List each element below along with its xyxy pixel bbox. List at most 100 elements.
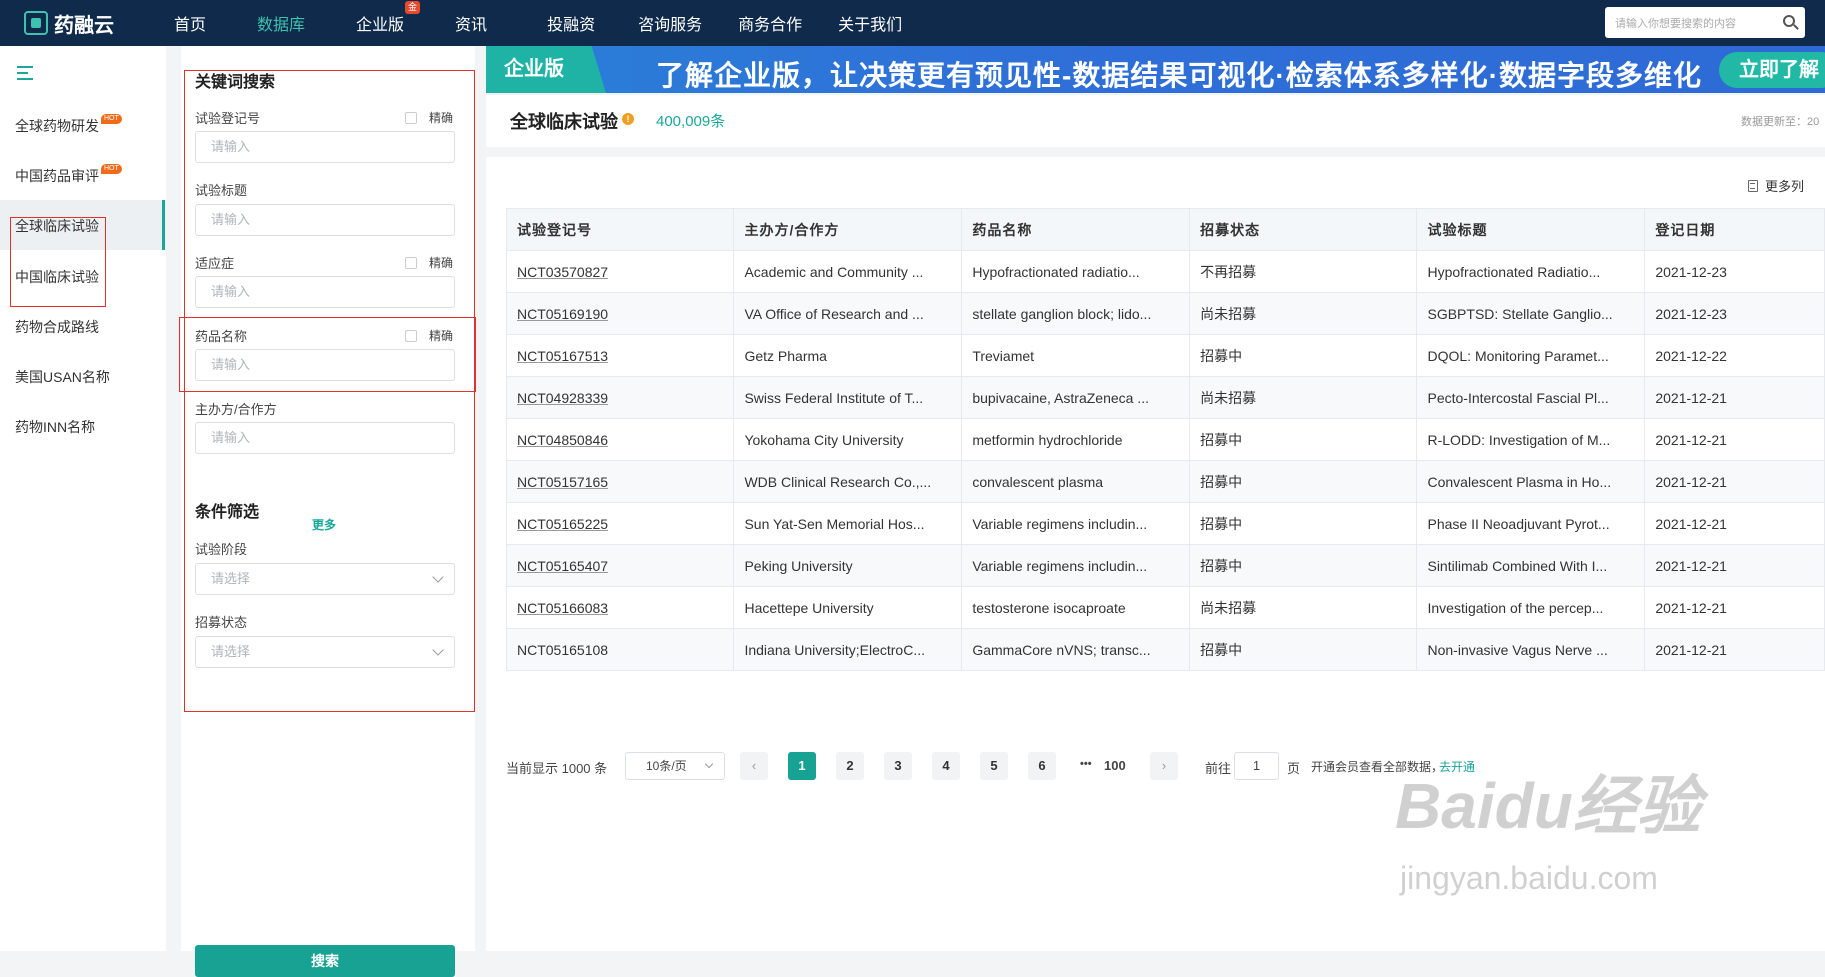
table-cell: 2021-12-21 bbox=[1644, 628, 1825, 671]
table-cell: 2021-12-21 bbox=[1644, 502, 1825, 545]
prev-page-button[interactable]: ‹ bbox=[740, 752, 768, 780]
trial-id-cell[interactable]: NCT05165225 bbox=[505, 502, 735, 545]
trial-id-link[interactable]: NCT05165225 bbox=[517, 516, 608, 532]
table-cell: Sintilimab Combined With I... bbox=[1416, 544, 1646, 587]
trial-id-link[interactable]: NCT04928339 bbox=[517, 390, 608, 406]
banner-tag: 企业版 bbox=[486, 46, 606, 93]
trial-id-link[interactable]: NCT04850846 bbox=[517, 432, 608, 448]
table-cell: R-LODD: Investigation of M... bbox=[1416, 418, 1646, 461]
table-row[interactable]: NCT04928339 Swiss Federal Institute of T.… bbox=[505, 376, 1825, 419]
table-cell: VA Office of Research and ... bbox=[733, 292, 963, 335]
goto-page-input[interactable]: 1 bbox=[1234, 752, 1279, 780]
table-row[interactable]: NCT05165407 Peking University Variable reg… bbox=[505, 544, 1825, 587]
trial-id-cell[interactable]: NCT05167513 bbox=[505, 334, 735, 377]
nav-item-consulting[interactable]: 咨询服务 bbox=[638, 11, 702, 35]
ellipsis[interactable]: ••• bbox=[1080, 758, 1092, 770]
trial-id-cell[interactable]: NCT05157165 bbox=[505, 460, 735, 503]
hot-badge: HOT bbox=[101, 114, 122, 124]
table-cell: 招募中 bbox=[1189, 418, 1418, 461]
sidebar-item-usan-names[interactable]: 美国USAN名称 bbox=[15, 367, 110, 387]
logo[interactable]: 药融云 bbox=[24, 9, 152, 38]
nav-item-about[interactable]: 关于我们 bbox=[838, 11, 902, 35]
table-cell: 2021-12-23 bbox=[1644, 292, 1825, 335]
data-update-text: 数据更新至：20 bbox=[1741, 116, 1820, 128]
table-cell: 招募中 bbox=[1189, 544, 1418, 587]
column-header[interactable]: 登记日期 bbox=[1644, 208, 1825, 251]
page-button-3[interactable]: 3 bbox=[884, 752, 912, 780]
trial-id-link[interactable]: NCT05165407 bbox=[517, 558, 608, 574]
nav-item-database[interactable]: 数据库 bbox=[257, 11, 305, 35]
trial-id-cell[interactable]: NCT05169190 bbox=[505, 292, 735, 335]
table-cell: 招募中 bbox=[1189, 334, 1418, 377]
table-cell: Pecto-Intercostal Fascial Pl... bbox=[1416, 376, 1646, 419]
table-cell: 尚未招募 bbox=[1189, 292, 1418, 335]
trial-id-link[interactable]: NCT05166083 bbox=[517, 600, 608, 616]
nav-item-enterprise[interactable]: 企业版金 bbox=[356, 1, 421, 35]
sidebar-item-inn-names[interactable]: 药物INN名称 bbox=[15, 417, 95, 437]
table-cell: 招募中 bbox=[1189, 628, 1418, 671]
trial-id-link[interactable]: NCT03570827 bbox=[517, 264, 608, 280]
trial-id-cell[interactable]: NCT03570827 bbox=[505, 250, 735, 293]
next-page-button[interactable]: › bbox=[1150, 752, 1178, 780]
more-columns-button[interactable]: 更多列 bbox=[1748, 176, 1804, 195]
table-cell: Academic and Community ... bbox=[733, 250, 963, 293]
column-header[interactable]: 主办方/合作方 bbox=[733, 208, 963, 251]
page-button-5[interactable]: 5 bbox=[980, 752, 1008, 780]
table-row[interactable]: NCT04850846 Yokohama City University metfo… bbox=[505, 418, 1825, 461]
nav-item-business[interactable]: 商务合作 bbox=[738, 11, 802, 35]
page-button-1[interactable]: 1 bbox=[788, 752, 816, 780]
table-row[interactable]: NCT05165108 Indiana University;ElectroC..… bbox=[505, 628, 1825, 671]
banner-text: 了解企业版，让决策更有预见性-数据结果可视化·检索体系多样化·数据字段多维化 bbox=[656, 60, 1702, 91]
sidebar-item-global-drug-rd[interactable]: 全球药物研发 HOT bbox=[15, 114, 122, 136]
sidebar-item-china-drug-review[interactable]: 中国药品审评 HOT bbox=[15, 164, 122, 186]
showing-count: 当前显示 1000 条 bbox=[506, 761, 608, 776]
info-icon[interactable]: ! bbox=[622, 113, 634, 125]
top-search-input[interactable]: 请输入你想要搜索的内容 bbox=[1605, 7, 1805, 38]
trial-id-cell[interactable]: NCT05165407 bbox=[505, 544, 735, 587]
nav-item-enterprise-label: 企业版 bbox=[356, 17, 405, 34]
table-row[interactable]: NCT05157165 WDB Clinical Research Co.,...… bbox=[505, 460, 1825, 503]
menu-icon[interactable] bbox=[17, 66, 33, 80]
table-cell: Non-invasive Vagus Nerve ... bbox=[1416, 628, 1646, 671]
page-button-6[interactable]: 6 bbox=[1028, 752, 1056, 780]
table-cell: 招募中 bbox=[1189, 502, 1418, 545]
table-cell: 2021-12-22 bbox=[1644, 334, 1825, 377]
table-row[interactable]: NCT03570827 Academic and Community ... Hyp… bbox=[505, 250, 1825, 293]
table-cell: 2021-12-21 bbox=[1644, 418, 1825, 461]
trial-id-link[interactable]: NCT05167513 bbox=[517, 348, 608, 364]
nav-item-news[interactable]: 资讯 bbox=[455, 11, 487, 35]
trial-id-cell[interactable]: NCT04850846 bbox=[505, 418, 735, 461]
column-header[interactable]: 试验标题 bbox=[1416, 208, 1646, 251]
trial-id-cell[interactable]: NCT05165108 bbox=[505, 628, 735, 671]
table-cell: 2021-12-23 bbox=[1644, 250, 1825, 293]
sidebar-item-synthesis-routes[interactable]: 药物合成路线 bbox=[15, 317, 99, 337]
table-cell: Sun Yat-Sen Memorial Hos... bbox=[733, 502, 963, 545]
watermark-url: jingyan.baidu.com bbox=[1400, 860, 1658, 896]
page-button-4[interactable]: 4 bbox=[932, 752, 960, 780]
trial-id-link[interactable]: NCT05169190 bbox=[517, 306, 608, 322]
table-row[interactable]: NCT05165225 Sun Yat-Sen Memorial Hos... Va… bbox=[505, 502, 1825, 545]
nav-item-home[interactable]: 首页 bbox=[174, 11, 206, 35]
table-row[interactable]: NCT05169190 VA Office of Research and ...… bbox=[505, 292, 1825, 335]
trial-id-cell[interactable]: NCT05166083 bbox=[505, 586, 735, 629]
column-header[interactable]: 药品名称 bbox=[961, 208, 1191, 251]
table-row[interactable]: NCT05167513 Getz Pharma Treviamet 招募中 DQOL: … bbox=[505, 334, 1825, 377]
search-button[interactable]: 搜索 bbox=[195, 945, 455, 977]
trial-id-cell[interactable]: NCT04928339 bbox=[505, 376, 735, 419]
table-cell: Peking University bbox=[733, 544, 963, 587]
search-icon[interactable] bbox=[1783, 15, 1795, 27]
gold-badge: 金 bbox=[405, 1, 421, 14]
page-button-2[interactable]: 2 bbox=[836, 752, 864, 780]
trial-id-link[interactable]: NCT05157165 bbox=[517, 474, 608, 490]
enterprise-banner[interactable]: 企业版 了解企业版，让决策更有预见性-数据结果可视化·检索体系多样化·数据字段多… bbox=[486, 46, 1825, 93]
nav-item-investment[interactable]: 投融资 bbox=[547, 11, 595, 35]
table-cell: GammaCore nVNS; transc... bbox=[961, 628, 1191, 671]
banner-learn-more-button[interactable]: 立即了解 bbox=[1719, 52, 1825, 88]
column-header[interactable]: 招募状态 bbox=[1189, 208, 1418, 251]
page-size-select[interactable]: 10条/页 bbox=[625, 752, 725, 780]
page-button-last[interactable]: 100 bbox=[1104, 758, 1126, 773]
table-cell: 2021-12-21 bbox=[1644, 376, 1825, 419]
table-row[interactable]: NCT05166083 Hacettepe University testoster… bbox=[505, 586, 1825, 629]
column-header[interactable]: 试验登记号 bbox=[505, 208, 735, 251]
table-cell: Hypofractionated Radiatio... bbox=[1416, 250, 1646, 293]
